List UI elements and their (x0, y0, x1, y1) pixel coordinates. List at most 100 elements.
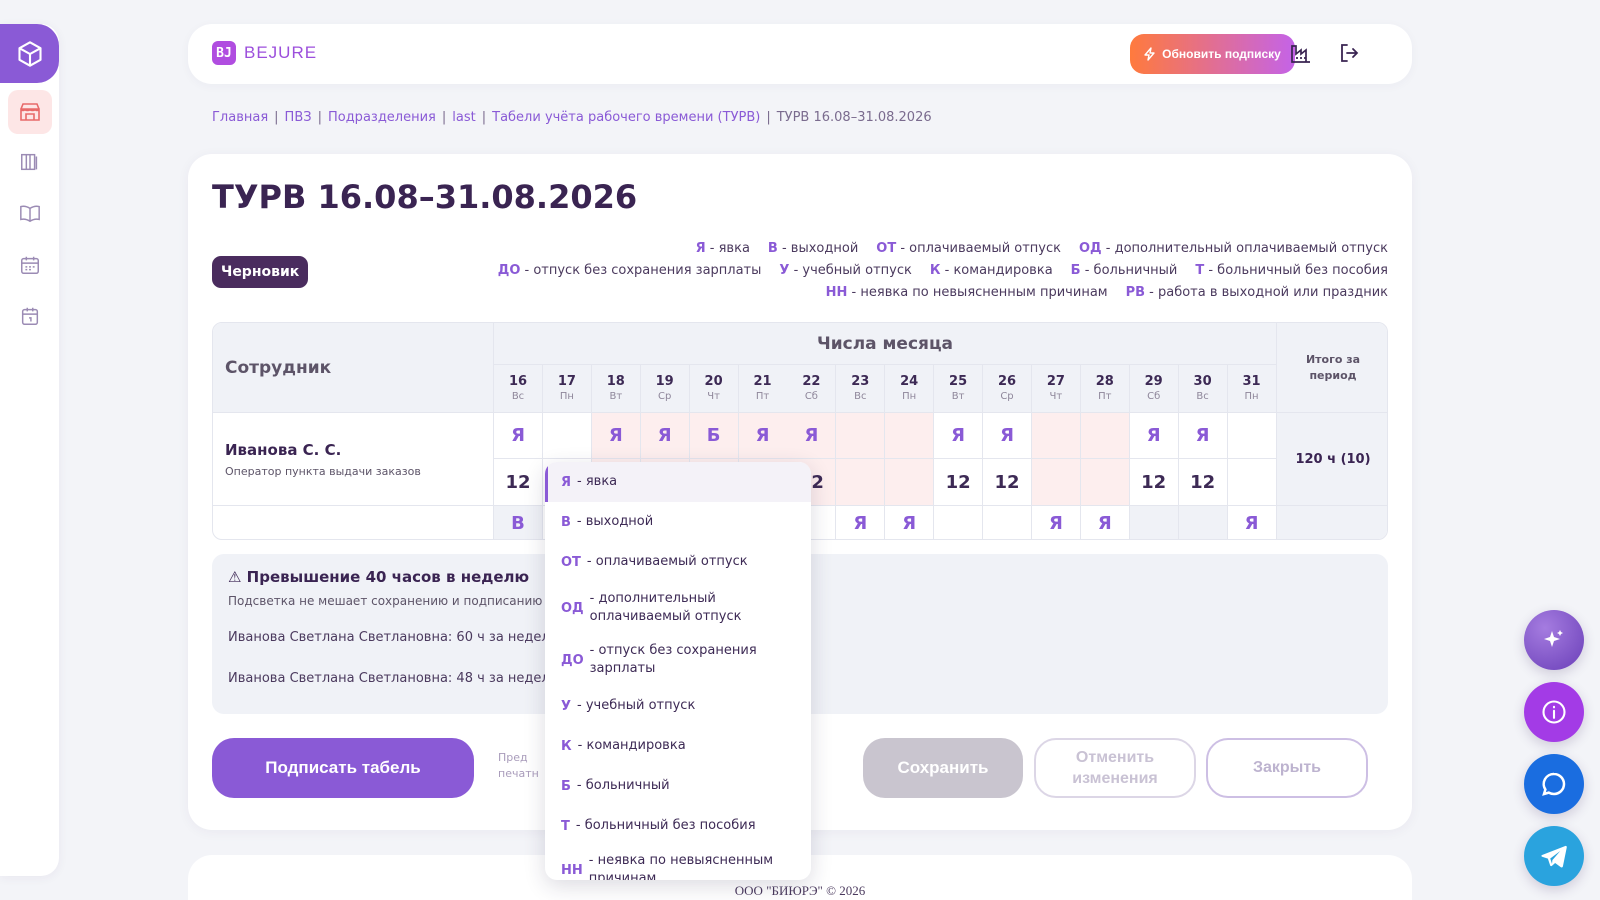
timesheet-cell[interactable] (885, 459, 935, 506)
timesheet-cell[interactable] (1129, 506, 1179, 539)
timesheet-cell[interactable]: Я (787, 413, 837, 459)
breadcrumb-link[interactable]: Табели учёта рабочего времени (ТУРВ) (492, 110, 760, 125)
timesheet-cell[interactable] (1080, 459, 1130, 506)
day-number: 28 (1095, 374, 1114, 389)
dropdown-option[interactable]: ОД - дополнительный оплачиваемый отпуск (545, 582, 811, 634)
breadcrumb-link[interactable]: Главная (212, 110, 268, 125)
timesheet-cell[interactable]: Я (1129, 413, 1179, 459)
employee-column-header: Сотрудник (213, 323, 494, 413)
day-weekday: Пт (1098, 391, 1112, 402)
breadcrumb-link[interactable]: ПВЗ (285, 110, 312, 125)
ai-assistant-button[interactable] (1524, 610, 1584, 670)
dropdown-option[interactable]: Я - явка (545, 462, 811, 502)
option-label: - больничный (576, 778, 670, 793)
factory-icon (1291, 45, 1310, 63)
dropdown-option[interactable]: НН - неявка по невыясненным причинам (545, 846, 811, 880)
timesheet-cell[interactable]: Я (1228, 506, 1277, 539)
sign-timesheet-button[interactable]: Подписать табель (212, 738, 474, 798)
breadcrumb-link[interactable]: last (452, 110, 475, 125)
option-code: ДО (561, 652, 584, 668)
upgrade-subscription-button[interactable]: Обновить подписку (1130, 34, 1295, 74)
dropdown-option[interactable]: Б - больничный (545, 766, 811, 806)
legend-item: В - выходной (768, 241, 858, 256)
timesheet-cell[interactable] (1080, 413, 1130, 459)
status-code-dropdown[interactable]: Я - явка В - выходной ОТ - оплачиваемый отпус… (545, 462, 811, 880)
dropdown-option[interactable]: У - учебный отпуск (545, 686, 811, 726)
dropdown-option[interactable]: Т - больничный без пособия (545, 806, 811, 846)
timesheet-cell[interactable]: Я (640, 413, 690, 459)
timesheet-cell[interactable] (1178, 506, 1228, 539)
save-button[interactable]: Сохранить (863, 738, 1023, 798)
close-button[interactable]: Закрыть (1206, 738, 1368, 798)
timesheet-cell[interactable]: Я (1081, 506, 1130, 539)
day-weekday: Чт (1049, 391, 1063, 402)
timesheet-cell[interactable] (836, 413, 886, 459)
dropdown-option[interactable]: ОТ - оплачиваемый отпуск (545, 542, 811, 582)
timesheet-cell[interactable] (1031, 459, 1081, 506)
sidebar-item-schedule[interactable] (8, 243, 52, 287)
timesheet-cell[interactable] (1227, 459, 1277, 506)
telegram-button[interactable] (1524, 826, 1584, 886)
chat-button[interactable] (1524, 754, 1584, 814)
organization-button[interactable] (1286, 38, 1316, 68)
day-number: 18 (606, 374, 625, 389)
day-weekday: Пн (1244, 391, 1259, 402)
timesheet-cell[interactable]: Я (934, 413, 984, 459)
timesheet-cell[interactable] (885, 413, 935, 459)
day-number: 16 (508, 374, 528, 389)
sidebar-item-docs[interactable] (8, 191, 52, 235)
day-header: 28 Пт (1080, 365, 1130, 413)
day-weekday: Сб (804, 391, 818, 402)
legend-text: - больничный без пособия (1204, 263, 1388, 278)
dropdown-option[interactable]: В - выходной (545, 502, 811, 542)
timesheet-cell[interactable]: Я (738, 413, 788, 459)
legend-row: ДО - отпуск без сохранения зарплаты У - у… (480, 260, 1388, 282)
employee-name: Иванова С. С. (225, 441, 342, 459)
upgrade-label: Обновить подписку (1162, 47, 1281, 61)
sidebar-item-calendar[interactable] (8, 294, 52, 338)
cancel-changes-button[interactable]: Отменить изменения (1034, 738, 1196, 798)
brand-logo[interactable]: BJ BEJURE (212, 41, 317, 65)
day-header: 31 Пн (1227, 365, 1277, 413)
preview-hint[interactable]: Пред печатн (498, 750, 539, 782)
dropdown-option[interactable]: К - командировка (545, 726, 811, 766)
timesheet-cell[interactable] (1227, 413, 1277, 459)
legend-code: ДО (497, 263, 521, 278)
timesheet-cell[interactable]: Я (494, 413, 543, 459)
day-number: 25 (949, 374, 968, 389)
timesheet-cell[interactable]: 12 (1178, 459, 1228, 506)
option-label: - учебный отпуск (577, 698, 696, 713)
timesheet-cell[interactable] (1031, 413, 1081, 459)
timesheet-cell[interactable]: 12 (934, 459, 984, 506)
timesheet-cell[interactable]: 12 (1129, 459, 1179, 506)
store-icon (20, 103, 40, 121)
timesheet-cell[interactable]: Я (885, 506, 935, 539)
timesheet-cell[interactable]: В (494, 506, 543, 539)
sidebar-item-pvz[interactable] (8, 90, 52, 134)
timesheet-cell[interactable]: Я (1032, 506, 1081, 539)
timesheet-cell[interactable] (934, 506, 984, 539)
breadcrumb-link[interactable]: Подразделения (328, 110, 436, 125)
sidebar-logo[interactable] (0, 24, 59, 83)
timesheet-cell[interactable]: Я (983, 413, 1032, 459)
footer-copyright: ООО "БИЮРЭ" © 2026 (734, 883, 866, 898)
dropdown-option[interactable]: ДО - отпуск без сохранения зарплаты (545, 634, 811, 686)
timesheet-cell[interactable] (836, 459, 886, 506)
option-label: - командировка (577, 738, 686, 753)
timesheet-cell[interactable]: 12 (494, 459, 543, 506)
timesheet-cell[interactable]: Я (836, 506, 886, 539)
legend-item: Я - явка (696, 241, 750, 256)
info-button[interactable] (1524, 682, 1584, 742)
timesheet-cell[interactable]: Я (591, 413, 641, 459)
legend-item: ОД - дополнительный оплачиваемый отпуск (1079, 241, 1388, 256)
day-header: 23 Вс (836, 365, 886, 413)
timesheet-cell[interactable]: Б (689, 413, 739, 459)
timesheet-cell[interactable]: 12 (983, 459, 1032, 506)
legend-code: В (767, 241, 778, 256)
timesheet-cell[interactable] (542, 413, 592, 459)
timesheet-cell[interactable]: Я (1178, 413, 1228, 459)
option-code: ОД (561, 600, 584, 616)
logout-button[interactable] (1334, 38, 1364, 68)
timesheet-cell[interactable] (983, 506, 1032, 539)
sidebar-item-columns[interactable] (8, 140, 52, 184)
